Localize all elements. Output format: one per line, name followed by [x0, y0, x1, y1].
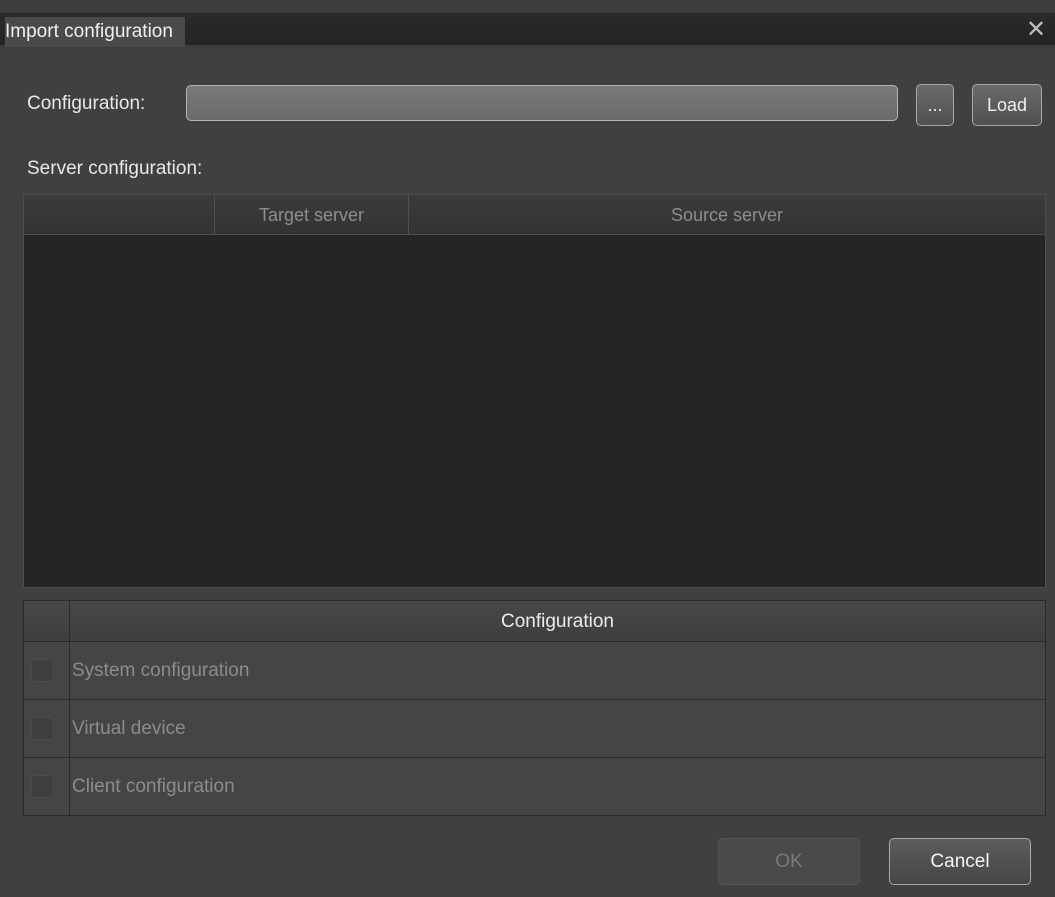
row-label: Client configuration — [72, 776, 235, 797]
configuration-path-input[interactable] — [186, 85, 898, 121]
checkbox-column — [24, 601, 70, 815]
title-bar: Import configuration ✕ — [0, 0, 1055, 48]
close-icon[interactable]: ✕ — [1021, 15, 1051, 45]
configuration-label: Configuration: — [27, 93, 146, 114]
column-header-source-server[interactable]: Source server — [409, 195, 1045, 234]
row-label: System configuration — [72, 660, 250, 681]
server-table-header: Target server Source server — [24, 195, 1045, 235]
server-configuration-label: Server configuration: — [27, 158, 203, 179]
server-configuration-table[interactable]: Target server Source server — [23, 194, 1046, 588]
column-header-configuration[interactable]: Configuration — [70, 601, 1045, 641]
column-header-blank[interactable] — [24, 195, 215, 234]
table-row[interactable]: Virtual device — [24, 700, 1045, 758]
configuration-table: Configuration System configuration Virtu… — [23, 600, 1046, 816]
dialog-title: Import configuration — [5, 17, 185, 47]
ok-button[interactable]: OK — [718, 838, 860, 885]
column-header-target-server[interactable]: Target server — [215, 195, 409, 234]
row-label: Virtual device — [72, 718, 186, 739]
cancel-button[interactable]: Cancel — [889, 838, 1031, 885]
table-row[interactable]: Client configuration — [24, 758, 1045, 816]
configuration-table-header: Configuration — [24, 601, 1045, 642]
load-button[interactable]: Load — [972, 84, 1042, 126]
browse-button[interactable]: ... — [916, 84, 954, 126]
table-row[interactable]: System configuration — [24, 642, 1045, 700]
